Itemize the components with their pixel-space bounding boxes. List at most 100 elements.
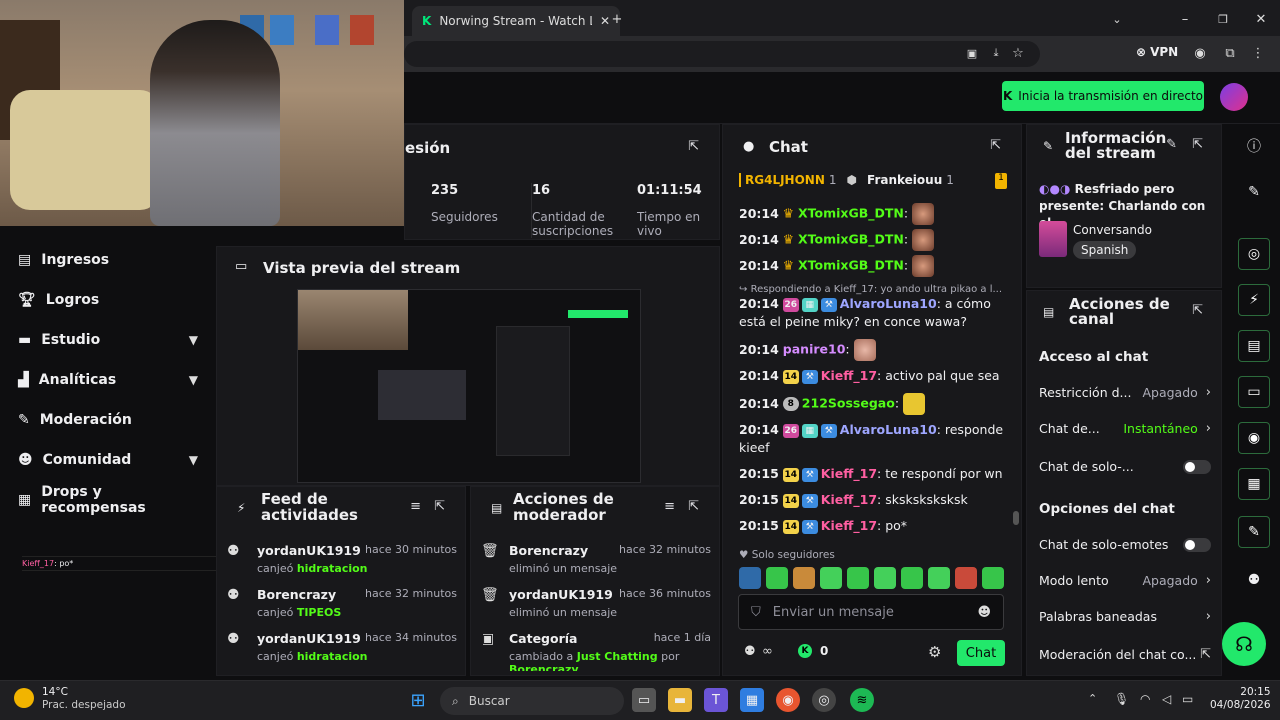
popout-icon[interactable]: ⇱ <box>688 139 699 154</box>
vpn-icon: ⊗ <box>1136 45 1147 59</box>
emoji-icon[interactable]: ☻ <box>977 605 991 620</box>
sidebar-item-comunidad[interactable]: ☻ Comunidad ▼ <box>18 448 198 472</box>
popout-icon[interactable]: ⇱ <box>1192 303 1203 318</box>
browser-tab[interactable]: K Norwing Stream - Watch Live o ✕ <box>412 6 620 36</box>
broadcast-icon[interactable]: ◉ <box>1238 422 1270 454</box>
sidebar-item-moderacion[interactable]: ✎ Moderación <box>18 408 198 432</box>
setting-restriction[interactable]: Restricción d... Apagado › <box>1039 385 1211 400</box>
emote-icon[interactable] <box>847 567 869 589</box>
emote-icon[interactable] <box>793 567 815 589</box>
screenshot-icon[interactable]: ▣ <box>964 45 980 61</box>
money-icon: ▤ <box>18 252 32 268</box>
document-icon: ▤ <box>1043 305 1055 319</box>
emote-icon[interactable] <box>955 567 977 589</box>
setting-chat-moderation[interactable]: Moderación del chat co... ⇱ <box>1039 647 1211 662</box>
profile-icon[interactable]: ◉ <box>1192 45 1208 61</box>
points-icon[interactable]: ⚉ <box>744 644 756 659</box>
emote-icon[interactable] <box>739 567 761 589</box>
firefox-icon[interactable]: ◉ <box>776 688 800 712</box>
file-explorer-icon[interactable]: ▬ <box>668 688 692 712</box>
bookmark-star-icon[interactable]: ☆ <box>1010 45 1026 61</box>
document-icon[interactable]: ▤ <box>1238 330 1270 362</box>
edit-icon[interactable]: ✎ <box>1166 137 1177 152</box>
store-icon[interactable]: ▦ <box>740 688 764 712</box>
setting-chat-mode[interactable]: Chat de... Instantáneo › <box>1039 421 1211 436</box>
stream-preview-video[interactable] <box>297 289 641 483</box>
pencil-icon[interactable]: ✎ <box>1244 182 1264 202</box>
url-field[interactable] <box>404 41 1040 67</box>
chevron-down-icon: ▼ <box>188 373 198 387</box>
microphone-icon[interactable]: 🎙︎ <box>1114 692 1129 706</box>
teams-icon[interactable]: T <box>704 688 728 712</box>
battery-icon[interactable]: ▭ <box>1182 692 1193 706</box>
taskbar-clock[interactable]: 20:15 04/08/2026 <box>1210 686 1271 712</box>
weather-icon[interactable] <box>14 688 34 708</box>
send-chat-button[interactable]: Chat <box>957 640 1005 666</box>
support-button[interactable]: ☊ <box>1222 622 1266 666</box>
minimize-icon[interactable]: – <box>1176 10 1194 28</box>
sidebar-item-logros[interactable]: 🏆︎ Logros <box>18 288 198 312</box>
close-window-icon[interactable]: ✕ <box>1252 10 1270 28</box>
stat-subs: 16 Cantidad de suscripciones <box>531 183 621 238</box>
gear-icon[interactable]: ⚙ <box>928 643 941 661</box>
emote-icon <box>912 203 935 225</box>
sidebar-item-drops[interactable]: ▦ Drops y recompensas <box>18 484 198 516</box>
toggle-switch[interactable] <box>1183 537 1211 552</box>
chat-scrollbar[interactable] <box>1013 511 1019 525</box>
emote-icon[interactable] <box>928 567 950 589</box>
camera-icon[interactable]: ◎ <box>1238 238 1270 270</box>
list-item: ⚉ Borencrazy canjeó TIPEOS hace 32 minuto… <box>227 587 457 619</box>
new-tab-icon[interactable]: + <box>608 10 626 28</box>
channel-title: Acciones de canal <box>1069 295 1170 328</box>
chat-input[interactable]: ⛉ Enviar un mensaje ☻ <box>738 594 1004 630</box>
chevron-down-icon: ▼ <box>188 453 198 467</box>
info-icon[interactable]: ⓘ <box>1244 136 1264 156</box>
sidebar-item-ingresos[interactable]: ▤ Ingresos <box>18 248 198 272</box>
vpn-badge[interactable]: ⊗ VPN <box>1136 45 1178 59</box>
start-menu-icon[interactable]: ⊞ <box>406 688 430 712</box>
layout-icon[interactable]: ▦ <box>1238 468 1270 500</box>
go-live-button[interactable]: K Inicia la transmisión en directo <box>1002 81 1204 111</box>
taskbar-search[interactable]: ⌕ Buscar <box>440 687 624 715</box>
chrome-icon[interactable]: ◎ <box>812 688 836 712</box>
chevron-right-icon: › <box>1205 385 1211 400</box>
weather-widget[interactable]: 14°C Prac. despejado <box>42 686 126 712</box>
spotify-icon[interactable]: ≋ <box>850 688 874 712</box>
volume-icon[interactable]: ◁ <box>1162 692 1171 706</box>
channel-actions-panel: ▤ Acciones de canal ⇱ Acceso al chat Res… <box>1026 290 1222 676</box>
setting-banned-words[interactable]: Palabras baneadas › <box>1039 609 1211 624</box>
browser-menu-icon[interactable]: ⋮ <box>1250 45 1266 61</box>
points-icon[interactable]: ⚉ <box>1244 570 1264 590</box>
emote-icon[interactable] <box>982 567 1004 589</box>
extensions-icon[interactable]: ⧉ <box>1222 45 1238 61</box>
tray-chevron-icon[interactable]: ⌃ <box>1088 692 1097 705</box>
sidebar-item-estudio[interactable]: ▬ Estudio ▼ <box>18 328 198 352</box>
popout-icon[interactable]: ⇱ <box>434 499 445 514</box>
category-icon: ▣ <box>483 631 495 647</box>
popout-icon[interactable]: ⇱ <box>990 138 1001 153</box>
filter-icon[interactable]: ≡ <box>664 499 675 514</box>
chat-icon[interactable]: ▭ <box>1238 376 1270 408</box>
emote-icon[interactable] <box>820 567 842 589</box>
tab-list-chevron-icon[interactable]: ⌄ <box>1108 10 1126 28</box>
analytics-icon: ▟ <box>18 372 29 388</box>
infinity-icon[interactable]: ∞ <box>762 644 773 659</box>
user-avatar[interactable] <box>1220 83 1248 111</box>
filter-icon[interactable]: ≡ <box>410 499 421 514</box>
bolt-icon[interactable]: ⚡︎ <box>1238 284 1270 316</box>
emote-icon[interactable] <box>874 567 896 589</box>
sidebar-item-analiticas[interactable]: ▟ Analíticas ▼ <box>18 368 198 392</box>
toggle-switch[interactable] <box>1183 459 1211 474</box>
emote-icon[interactable] <box>766 567 788 589</box>
wifi-icon[interactable]: ◠ <box>1140 692 1150 706</box>
popout-icon[interactable]: ⇱ <box>1192 137 1203 152</box>
task-view-icon[interactable]: ▭ <box>632 688 656 712</box>
category-label: Conversando <box>1073 223 1152 237</box>
maximize-icon[interactable]: ❐ <box>1214 10 1232 28</box>
section-chat-options: Opciones del chat <box>1039 501 1175 517</box>
popout-icon[interactable]: ⇱ <box>688 499 699 514</box>
wrench-icon[interactable]: ✎ <box>1238 516 1270 548</box>
download-icon[interactable]: ⤓ <box>988 45 1004 61</box>
emote-icon[interactable] <box>901 567 923 589</box>
setting-slow-mode[interactable]: Modo lento Apagado › <box>1039 573 1211 588</box>
